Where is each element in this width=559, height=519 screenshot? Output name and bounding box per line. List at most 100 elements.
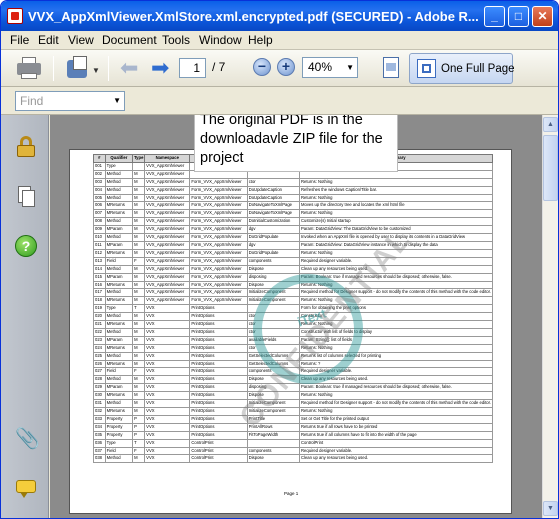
menu-edit[interactable]: Edit [38,33,59,47]
table-cell: Type [104,304,134,314]
table-cell: VVX_AppXmlViewer [144,248,191,258]
table-cell: VVX_AppXmlViewer [144,240,191,250]
table-cell: 031 [93,399,106,408]
collaborate-icon[interactable]: ▼ [65,54,100,82]
pages-icon[interactable] [15,185,37,207]
table-row: 008 Method M VVX_AppXmlViewer Form_VVX_AppXm… [93,217,493,227]
table-row: 003 Method M VVX_AppXmlViewer Form_VVX_AppXm… [93,177,493,187]
table-cell: MParam [104,240,134,250]
table-cell: VVX [144,399,191,408]
table-cell: MReturns [104,391,134,401]
table-cell: 009 [93,225,106,235]
zoom-select[interactable]: 40% ▼ [302,57,358,78]
table-cell: Form_VVX_AppXmlViewer [189,296,248,306]
table-cell: VVX [144,327,191,337]
close-button[interactable]: ✕ [532,6,553,27]
table-cell: 004 [93,185,106,195]
menu-file[interactable]: File [10,33,29,47]
next-page-icon[interactable]: ➡ [151,54,171,82]
table-cell: MParam [104,272,134,282]
table-cell: 020 [93,312,106,322]
zoom-out-button[interactable]: − [253,58,271,76]
page-number-input[interactable]: 1 [179,58,206,78]
table-cell: DoNavigateToXmlPage [246,201,301,211]
title-bar[interactable]: VVX_AppXmlViewer.XmlStore.xml.encrypted.… [1,1,558,31]
table-cell: VVX [144,407,191,416]
table-cell: Form_VVX_AppXmlViewer [189,177,248,187]
printer-icon[interactable] [15,54,43,82]
table-cell: Moves up the directory tree and locates … [299,201,493,211]
table-row: 006 MReturns M VVX_AppXmlViewer Form_VVX_App… [93,201,493,211]
page-footer: Page 1 [284,491,299,496]
table-cell: 005 [93,193,106,203]
table-cell: VVX [144,454,191,464]
table-cell: M [132,407,146,416]
table-cell: Returns true if all rows have to be prin… [299,422,493,432]
menu-tools[interactable]: Tools [162,33,190,47]
table-cell: VVX_AppXmlViewer [144,169,191,179]
chevron-down-icon: ▼ [346,63,354,72]
table-cell: Method [104,193,134,203]
scroll-up-icon[interactable]: ▲ [543,117,558,132]
document-area[interactable]: # Qualifier Type Namespace Class Member … [50,115,542,518]
attachments-icon[interactable]: 📎 [15,428,40,450]
table-cell: Property [104,422,134,432]
fit-page-icon[interactable] [381,55,401,81]
menu-help[interactable]: Help [248,33,273,47]
table-cell: PrintOptions [189,383,248,393]
minimize-button[interactable]: _ [484,6,505,27]
table-cell: dgv [246,225,301,235]
table-cell: DoGridPopulate [246,233,301,242]
table-cell: M [132,391,146,401]
comments-icon[interactable] [15,477,37,499]
table-cell: VVX [144,359,191,369]
table-row: 033 Property P VVX PrintOptions PrintTitle Set… [93,414,493,424]
table-cell: 034 [93,422,106,432]
menu-view[interactable]: View [68,33,94,47]
table-cell: Form_VVX_AppXmlViewer [189,233,248,242]
previous-page-icon[interactable]: ⬅ [120,54,140,82]
menu-window[interactable]: Window [199,33,242,47]
table-cell: VVX [144,343,191,353]
table-cell: Property [104,430,134,440]
table-cell: VVX [144,375,191,385]
table-cell: M [132,320,146,329]
table-cell: PrintOptions [189,367,248,377]
lock-icon[interactable] [15,135,37,157]
table-cell: Returns: Nothing [299,407,493,416]
table-cell: VVX [144,438,191,448]
one-full-page-label: One Full Page [441,63,515,75]
table-cell: Required method for Designer support - d… [299,399,493,408]
scroll-down-icon[interactable]: ▼ [543,501,558,516]
table-cell: VVX [144,335,191,345]
zoom-in-button[interactable]: + [277,58,295,76]
maximize-button[interactable]: □ [508,6,529,27]
vertical-scrollbar[interactable]: ▲ ▼ [542,115,558,518]
table-cell: VVX [144,391,191,401]
table-cell: M [132,217,146,227]
table-cell: MReturns [104,343,134,353]
table-cell: 019 [93,304,106,314]
table-cell: 015 [93,272,106,282]
table-cell: VVX_AppXmlViewer [144,272,191,282]
table-cell: M [132,280,146,290]
help-icon[interactable]: ? [15,235,37,257]
table-cell: Property [104,414,134,424]
table-cell: M [132,272,146,282]
table-cell: VVX [144,446,191,456]
table-cell: 013 [93,256,106,266]
scroll-thumb[interactable] [543,135,558,201]
menu-document[interactable]: Document [102,33,157,47]
column-header: Namespace [144,154,191,163]
table-cell: VVX [144,312,191,322]
find-input[interactable]: Find ▼ [15,91,125,111]
table-cell: VVX [144,351,191,361]
chevron-down-icon[interactable]: ▼ [113,92,121,110]
table-cell: Form_VVX_AppXmlViewer [189,201,248,211]
table-cell: M [132,177,146,187]
table-cell: 012 [93,248,106,258]
table-cell: Returns: Nothing [299,177,493,187]
table-cell: Method [104,264,134,274]
table-cell: 029 [93,383,106,393]
one-full-page-button[interactable]: One Full Page [409,53,515,84]
